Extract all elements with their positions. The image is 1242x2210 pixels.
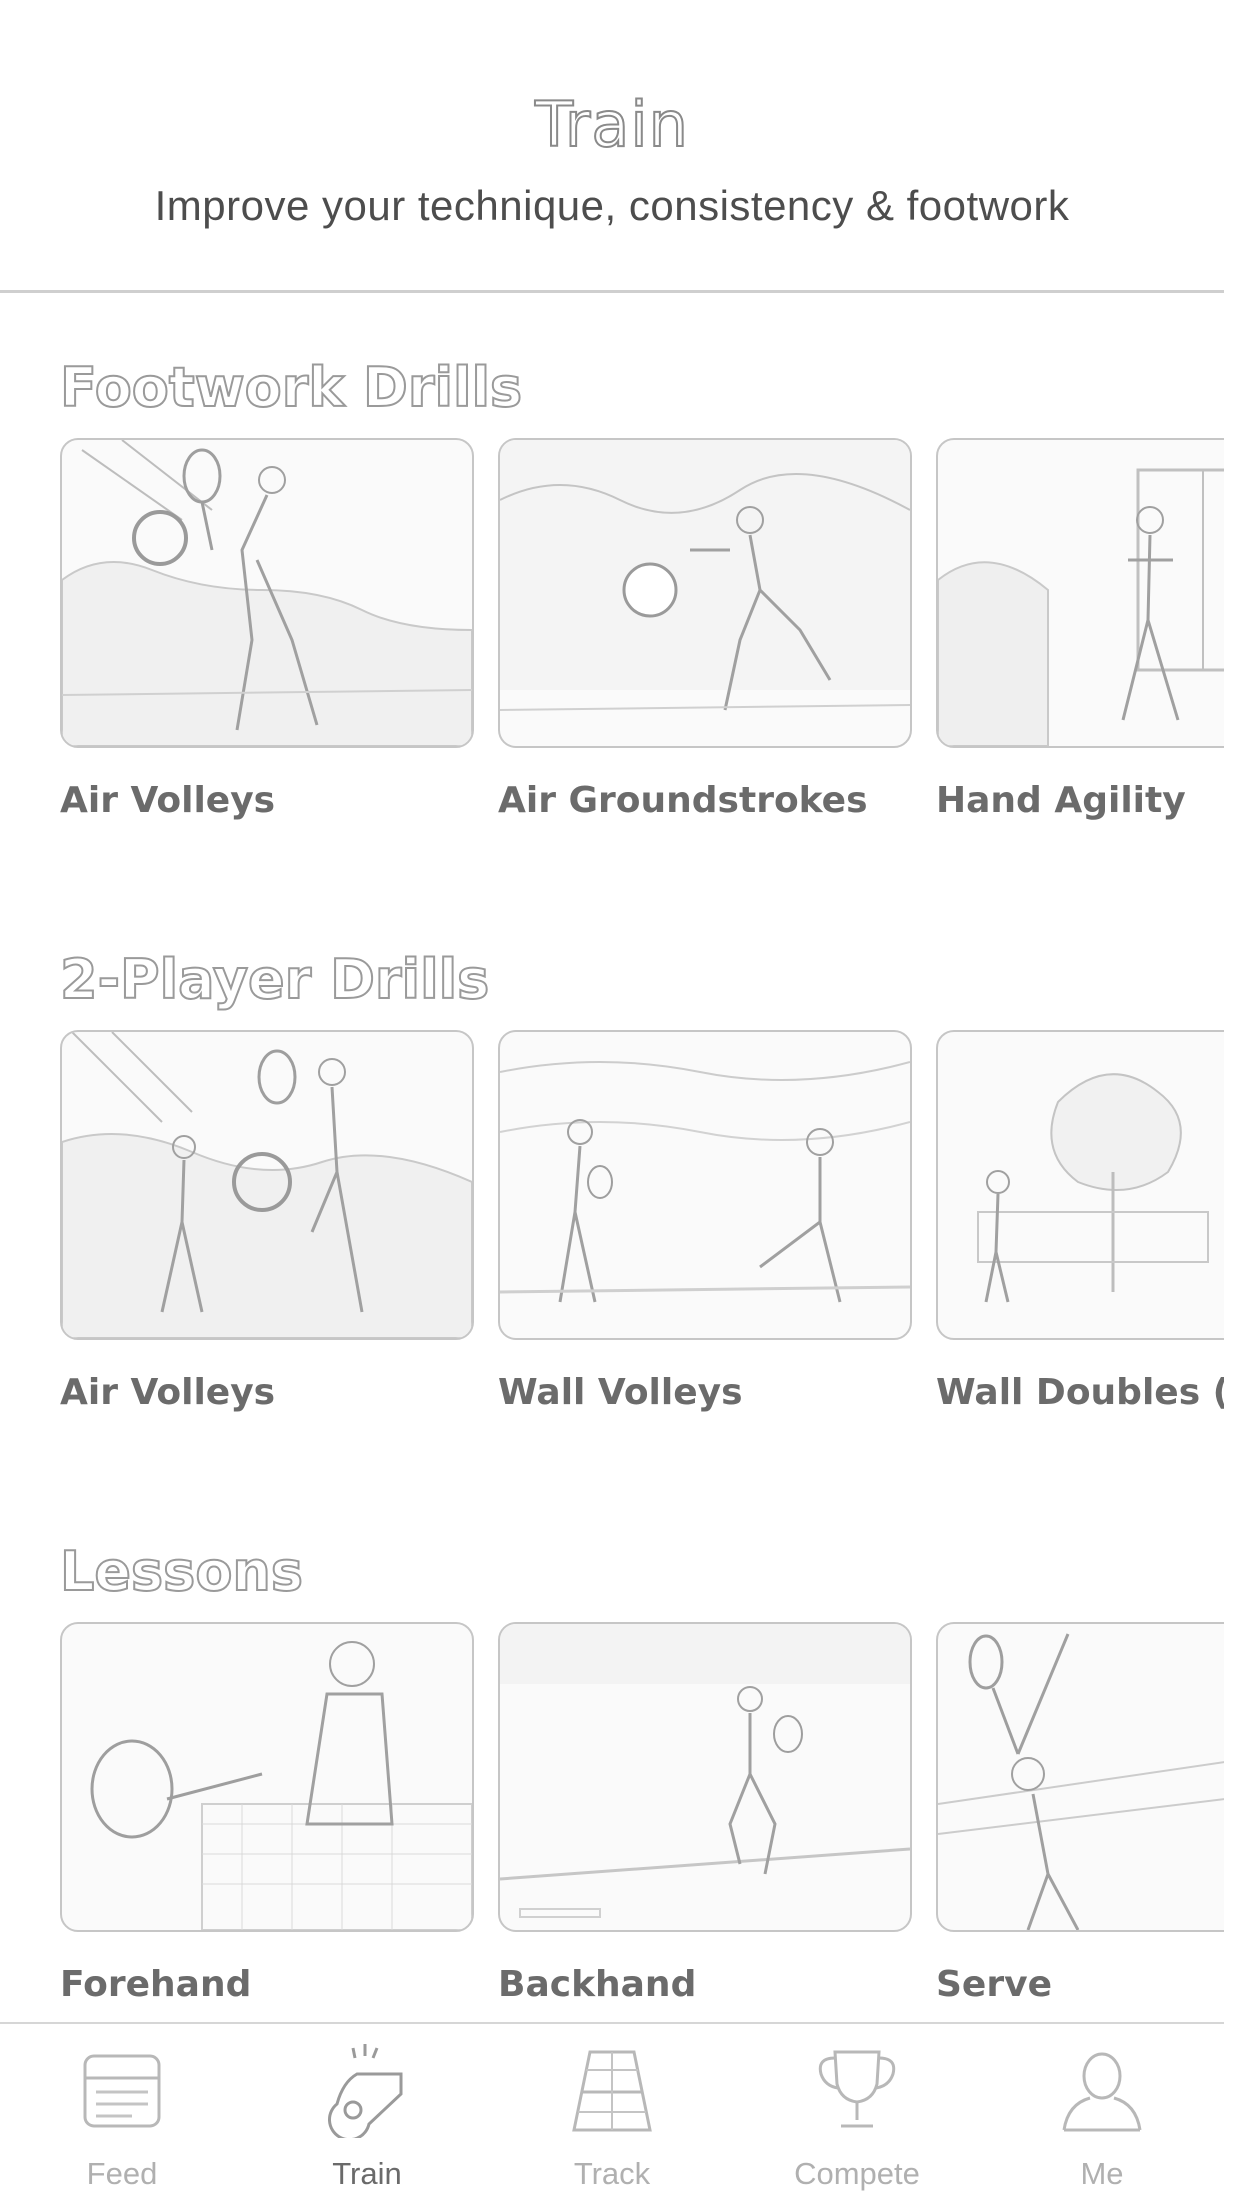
tennis-court-icon	[562, 2042, 662, 2138]
drill-thumbnail[interactable]	[936, 1030, 1224, 1340]
drill-card[interactable]: Air Volleys	[60, 438, 474, 858]
drill-thumbnail[interactable]	[498, 1030, 912, 1340]
tab-label: Feed	[86, 2156, 158, 2191]
tab-compete[interactable]: Compete	[757, 2024, 957, 2210]
drill-thumbnail[interactable]	[498, 438, 912, 748]
whistle-icon	[317, 2042, 417, 2142]
tab-me[interactable]: Me	[1002, 2024, 1202, 2210]
tab-label: Train	[332, 2156, 402, 2191]
card-carousel[interactable]: Air Volleys Wall Volleys Wall Doubles	[0, 1030, 1224, 1450]
tab-label: Me	[1080, 2156, 1124, 2191]
lesson-thumbnail[interactable]	[936, 1622, 1224, 1932]
person-icon	[1052, 2042, 1152, 2138]
drill-card[interactable]: Wall Doubles (D	[936, 1030, 1224, 1450]
drill-card[interactable]: Air Volleys	[60, 1030, 474, 1450]
card-label: Wall Volleys	[498, 1372, 743, 1413]
tab-train[interactable]: Train	[267, 2024, 467, 2210]
card-label: Backhand	[498, 1964, 697, 2005]
lesson-thumbnail[interactable]	[498, 1622, 912, 1932]
lesson-card[interactable]: Forehand	[60, 1622, 474, 2042]
tab-label: Track	[573, 2156, 651, 2191]
drill-card[interactable]: Hand Agility	[936, 438, 1224, 858]
tab-label: Compete	[794, 2156, 920, 2191]
page-title: Train	[534, 87, 689, 162]
tab-feed[interactable]: Feed	[22, 2024, 222, 2210]
card-label: Serve	[936, 1964, 1052, 2005]
section-2-player-drills: 2-Player Drills Air Volleys Wall Volleys…	[0, 947, 1224, 1508]
card-label: Hand Agility	[936, 780, 1186, 821]
section-footwork-drills: Footwork Drills Air Volleys Air Groundst…	[0, 355, 1224, 916]
section-title: Footwork Drills	[59, 355, 523, 420]
section-title: Lessons	[59, 1539, 304, 1604]
drill-thumbnail[interactable]	[60, 1030, 474, 1340]
card-label: Air Groundstrokes	[498, 780, 868, 821]
section-title: 2-Player Drills	[59, 947, 490, 1012]
page-subtitle: Improve your technique, consistency & fo…	[154, 182, 1070, 229]
tab-track[interactable]: Track	[512, 2024, 712, 2210]
section-lessons: Lessons Forehand Backhand Serve	[0, 1539, 1224, 2100]
card-label: Wall Doubles (D	[936, 1372, 1224, 1413]
drill-thumbnail[interactable]	[936, 438, 1224, 748]
drill-thumbnail[interactable]	[60, 438, 474, 748]
lesson-card[interactable]: Backhand	[498, 1622, 912, 2042]
lesson-card[interactable]: Serve	[936, 1622, 1224, 2042]
card-carousel[interactable]: Forehand Backhand Serve	[0, 1622, 1224, 2042]
lesson-thumbnail[interactable]	[60, 1622, 474, 1932]
page-header: Train Improve your technique, consistenc…	[0, 0, 1224, 293]
feed-icon	[72, 2042, 172, 2138]
card-label: Air Volleys	[60, 1372, 276, 1413]
card-carousel[interactable]: Air Volleys Air Groundstrokes Hand Agili…	[0, 438, 1224, 858]
drill-card[interactable]: Wall Volleys	[498, 1030, 912, 1450]
drill-card[interactable]: Air Groundstrokes	[498, 438, 912, 858]
tab-bar: Feed Train Track Compete Me	[0, 2022, 1224, 2210]
card-label: Forehand	[60, 1964, 252, 2005]
trophy-icon	[807, 2042, 907, 2138]
card-label: Air Volleys	[60, 780, 276, 821]
